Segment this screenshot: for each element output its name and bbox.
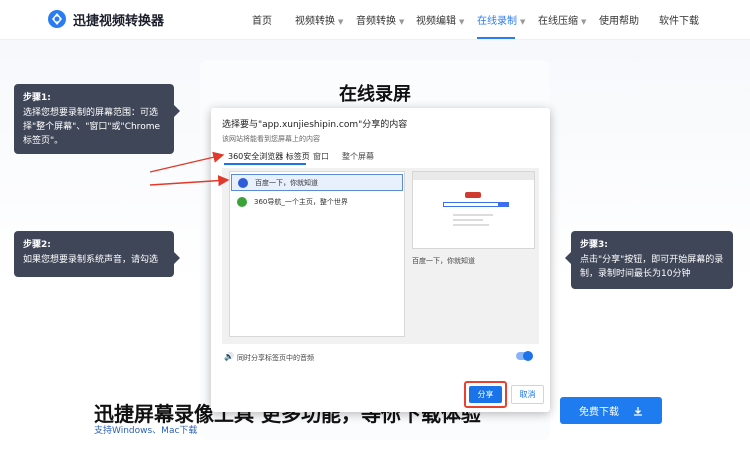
nav-item-audio-convert[interactable]: 音频转换 ▼: [356, 12, 404, 27]
chevron-down-icon: ▼: [581, 18, 587, 26]
nav-item-video-edit[interactable]: 视频编辑 ▼: [416, 12, 464, 27]
nav-item-home[interactable]: 首页: [252, 12, 272, 27]
brand-name[interactable]: 迅捷视频转换器: [73, 10, 164, 29]
dialog-title: 选择要与"app.xunjieshipin.com"分享的内容: [222, 120, 408, 130]
speaker-icon: 🔊: [224, 352, 234, 361]
share-button[interactable]: 分享: [469, 386, 502, 403]
nav-item-download[interactable]: 软件下载: [659, 12, 699, 27]
step-2-title: 步骤2:: [23, 240, 51, 250]
preview-logo: [465, 192, 481, 198]
active-tab-indicator: [477, 37, 515, 39]
share-audio-toggle[interactable]: [516, 351, 533, 361]
nav-item-online-record[interactable]: 在线录制 ▼: [477, 12, 525, 27]
app-logo-icon[interactable]: [47, 9, 67, 29]
chevron-down-icon: ▼: [338, 18, 344, 26]
chevron-down-icon: ▼: [459, 18, 465, 26]
baidu-paw-icon: [238, 177, 248, 188]
screen-share-dialog: 选择要与"app.xunjieshipin.com"分享的内容 该网站将能看到您…: [211, 108, 550, 412]
platform-support-text: 支持Windows、Mac下载: [94, 426, 198, 436]
tab-entire-screen[interactable]: 整个屏幕: [342, 151, 374, 162]
step-3-title: 步骤3:: [580, 240, 608, 250]
browser-tab-list[interactable]: 百度一下，你就知道 360导航_一个主页，整个世界: [229, 171, 405, 337]
step-2-text: 如果您想要录制系统声音，请勾选: [23, 255, 159, 265]
chevron-down-icon: ▼: [399, 18, 405, 26]
free-download-button[interactable]: 免费下载: [560, 397, 662, 424]
list-item[interactable]: 百度一下，你就知道: [231, 174, 403, 191]
list-item[interactable]: 360导航_一个主页，整个世界: [231, 193, 403, 210]
chevron-down-icon: ▼: [520, 18, 526, 26]
step-1-callout: 步骤1: 选择您想要录制的屏幕范围：可选择"整个屏幕"、"窗口"或"Chrome…: [14, 84, 180, 154]
step-2-callout: 步骤2: 如果您想要录制系统声音，请勾选: [14, 231, 180, 277]
tab-underline: [224, 163, 306, 165]
step-3-callout: 步骤3: 点击"分享"按钮，即可开始屏幕的录制，录制时间最长为10分钟: [565, 231, 733, 289]
step-3-text: 点击"分享"按钮，即可开始屏幕的录制，录制时间最长为10分钟: [580, 255, 724, 279]
step-1-title: 步骤1:: [23, 93, 51, 103]
preview-search-box: [443, 202, 499, 207]
tab-preview-thumbnail: [412, 171, 535, 249]
tab-browser-tabs[interactable]: 360安全浏览器 标签页: [228, 151, 310, 162]
tab-window[interactable]: 窗口: [313, 151, 329, 162]
nav-item-video-convert[interactable]: 视频转换 ▼: [295, 12, 343, 27]
share-audio-label: 同时分享标签页中的音频: [237, 354, 314, 362]
dialog-subtitle: 该网站将能看到您屏幕上的内容: [222, 135, 320, 143]
360-nav-icon: [237, 196, 247, 207]
nav-item-online-compress[interactable]: 在线压缩 ▼: [538, 12, 586, 27]
step-1-text: 选择您想要录制的屏幕范围：可选择"整个屏幕"、"窗口"或"Chrome标签页"。: [23, 108, 161, 146]
page-title: 在线录屏: [339, 84, 411, 105]
top-nav: 迅捷视频转换器 首页 视频转换 ▼ 音频转换 ▼ 视频编辑 ▼ 在线录制 ▼ 在线压缩 ▼…: [0, 0, 750, 40]
cancel-button[interactable]: 取消: [511, 385, 544, 404]
share-button-highlight: 分享: [464, 381, 507, 408]
download-icon: [634, 406, 642, 416]
preview-caption: 百度一下，你就知道: [412, 257, 475, 265]
nav-item-help[interactable]: 使用帮助: [599, 12, 639, 27]
